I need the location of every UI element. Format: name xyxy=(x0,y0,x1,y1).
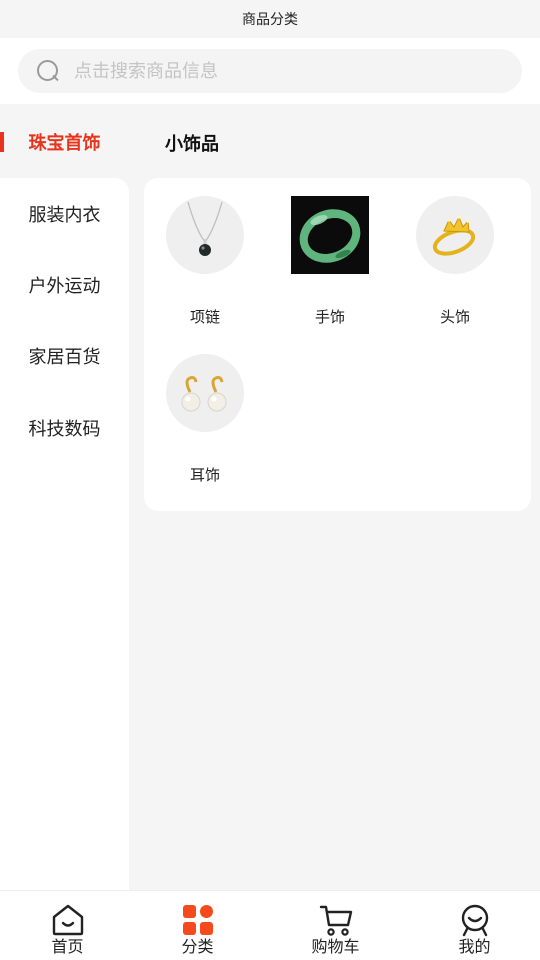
pearl-earrings-image xyxy=(166,354,244,432)
subcategory-label: 项链 xyxy=(189,308,220,326)
tab-label: 首页 xyxy=(51,937,84,956)
tab-category[interactable]: 分类 xyxy=(130,891,265,960)
subcategory-head-accessory[interactable]: 头饰 xyxy=(400,180,510,330)
subcategory-label: 手饰 xyxy=(314,308,345,326)
subcategory-label: 耳饰 xyxy=(189,466,220,484)
section-title: 小饰品 xyxy=(165,134,219,155)
subcategory-card: 项链 手饰 头饰 耳饰 xyxy=(144,178,531,511)
category-content: 小饰品 项链 手饰 头饰 耳饰 xyxy=(129,104,540,890)
cart-icon xyxy=(319,903,353,937)
sidebar-item-home[interactable]: 家居百货 xyxy=(0,332,129,380)
search-bar xyxy=(0,38,540,104)
page-header: 商品分类 xyxy=(0,0,540,38)
search-icon xyxy=(36,59,60,83)
tab-profile[interactable]: 我的 xyxy=(407,891,540,960)
tab-cart[interactable]: 购物车 xyxy=(268,891,403,960)
tab-label: 我的 xyxy=(458,937,491,956)
subcategory-earrings[interactable]: 耳饰 xyxy=(150,338,260,488)
search-input[interactable] xyxy=(74,60,474,82)
sidebar-item-tech[interactable]: 科技数码 xyxy=(0,404,129,452)
sidebar-item-clothing[interactable]: 服装内衣 xyxy=(0,190,129,238)
tab-label: 分类 xyxy=(181,937,214,956)
tab-home[interactable]: 首页 xyxy=(0,891,135,960)
bottom-tab-bar: 首页 分类 购物车 我的 xyxy=(0,890,540,960)
subcategory-necklace[interactable]: 项链 xyxy=(150,180,260,330)
necklace-image xyxy=(166,196,244,274)
subcategory-hand-accessory[interactable]: 手饰 xyxy=(275,180,385,330)
crown-ring-image xyxy=(416,196,494,274)
tab-label: 购物车 xyxy=(311,937,360,956)
category-sidebar: 珠宝首饰 服装内衣 户外运动 家居百货 科技数码 xyxy=(0,104,129,890)
search-box[interactable] xyxy=(18,49,522,93)
profile-icon xyxy=(458,903,492,937)
jade-bangle-image xyxy=(291,196,369,274)
sidebar-item-outdoor[interactable]: 户外运动 xyxy=(0,261,129,309)
subcategory-label: 头饰 xyxy=(439,308,470,326)
page-title: 商品分类 xyxy=(242,12,298,28)
home-icon xyxy=(51,903,85,937)
category-icon xyxy=(181,903,215,937)
sidebar-item-jewelry[interactable]: 珠宝首饰 xyxy=(0,118,129,166)
